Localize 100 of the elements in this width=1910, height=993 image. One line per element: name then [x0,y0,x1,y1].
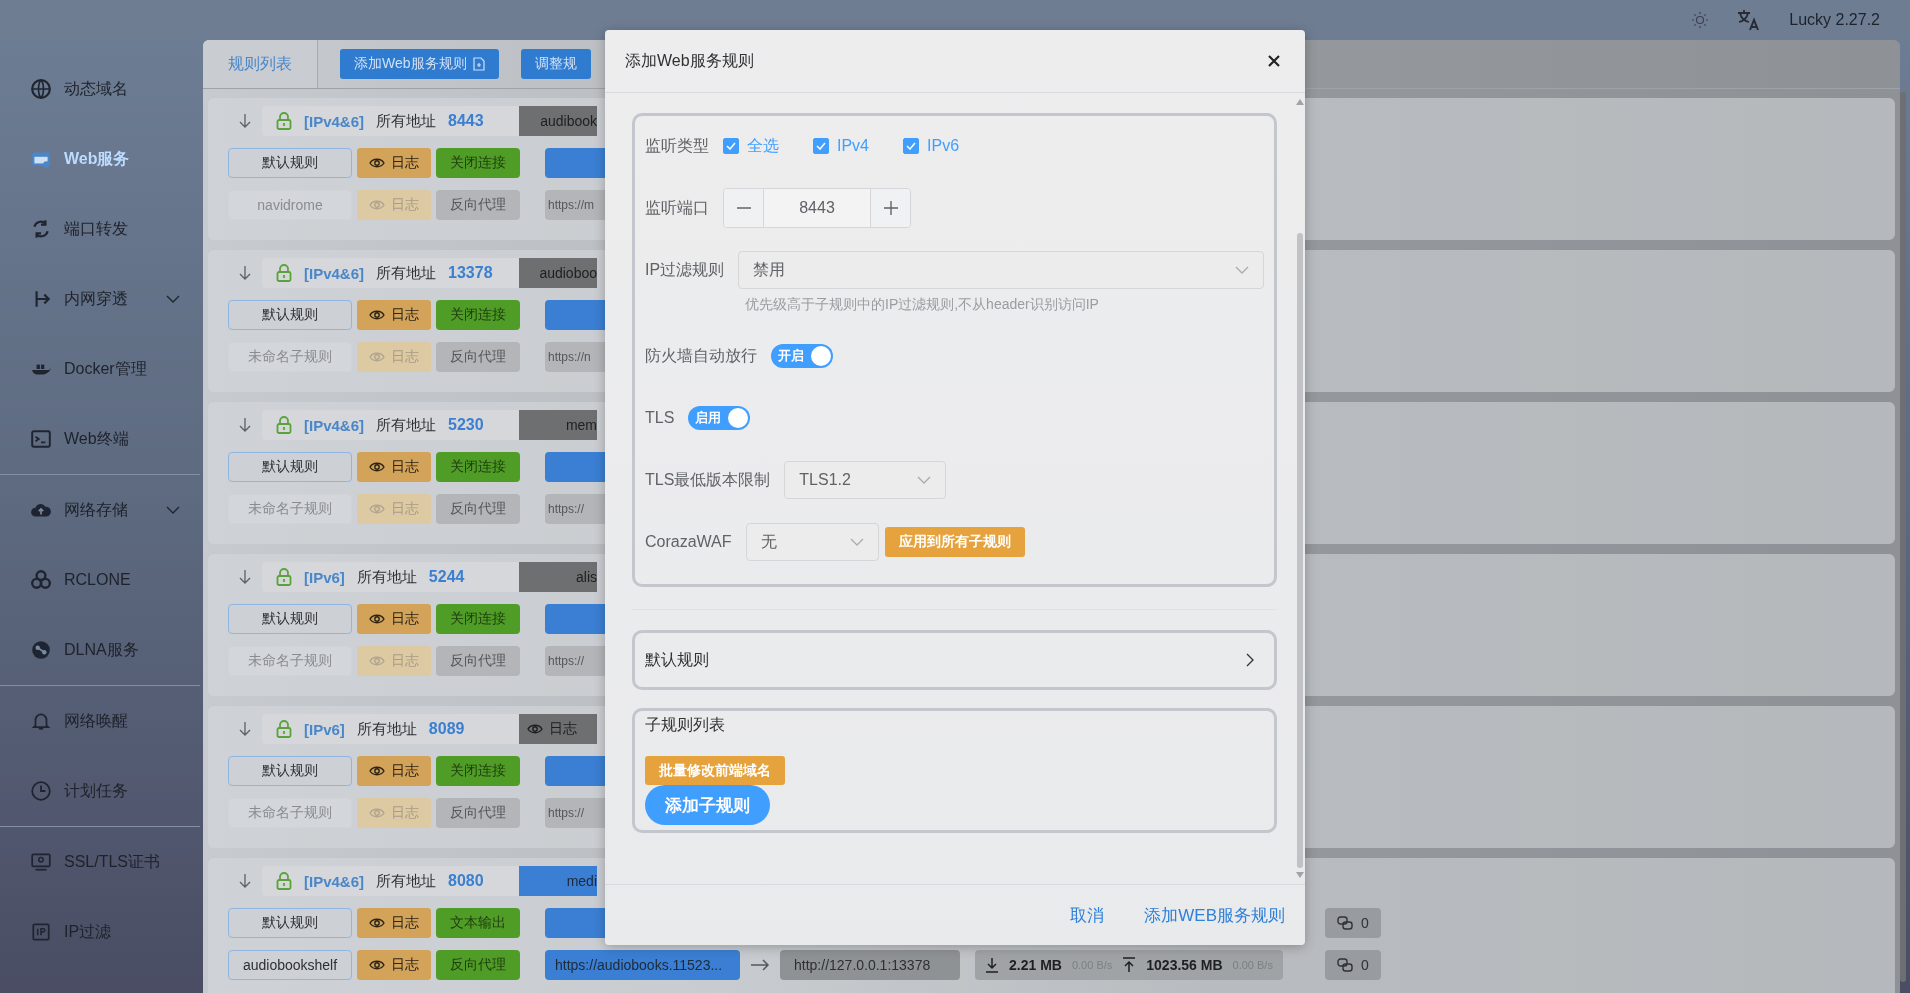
ip-type-label: [IPv6] [304,568,345,586]
ip-type-label: [IPv4&6] [304,112,365,130]
add-subrule-button[interactable]: 添加子规则 [645,785,770,825]
lock-icon [276,264,292,282]
batch-edit-button[interactable]: 批量修改前端域名 [645,756,785,785]
mode-button[interactable]: 关闭连接 [436,452,520,482]
log-button[interactable]: 日志 [357,452,431,482]
port-stepper[interactable]: 8443 [723,188,911,228]
log-button[interactable]: 日志 [357,604,431,634]
log-button[interactable]: 日志 [357,908,431,938]
checkbox[interactable] [813,138,829,154]
service-label: 日志 [519,714,597,744]
port-label: 8443 [448,112,484,130]
mode-button[interactable]: 反向代理 [436,950,520,980]
eye-icon [369,917,385,929]
field-label: 监听端口 [645,197,709,218]
toggle-switch[interactable]: 启用 [688,406,751,430]
target-url-button[interactable]: https://n [545,342,605,372]
toggle-switch[interactable]: 开启 [771,344,833,368]
address-label: 所有地址 [356,719,417,739]
mode-button[interactable]: 文本输出 [436,908,520,938]
select-field[interactable]: 无 [745,523,879,561]
eye-icon [369,309,385,321]
field-label: TLS [645,409,675,427]
log-button[interactable]: 日志 [357,148,431,178]
apply-all-button[interactable]: 应用到所有子规则 [884,527,1025,557]
target-url-button[interactable]: https:// [545,494,605,524]
log-button[interactable]: 日志 [357,756,431,786]
sidebar-item[interactable]: 内网穿透 [0,264,200,334]
down-arrow-icon[interactable] [239,873,251,889]
mode-button[interactable]: 关闭连接 [436,756,520,786]
sidebar-item[interactable]: Docker管理 [0,334,200,404]
sun-icon[interactable] [1691,11,1710,29]
hint-text: 优先级高于子规则中的IP过滤规则,不从header识别访问IP [744,296,1100,314]
chevron-down-icon [166,295,180,303]
rule-name-label: 默认规则 [228,148,352,178]
eye-icon [369,765,385,777]
scroll-up-icon[interactable] [1296,99,1304,105]
mode-button[interactable]: 反向代理 [436,190,520,220]
sidebar-item[interactable]: IP过滤 [0,897,200,967]
port-label: 5244 [428,568,465,586]
dialog-button[interactable]: 取消 [1070,903,1105,927]
scroll-down-icon[interactable] [1296,872,1304,878]
target-url-button[interactable]: https://audiobooks.11523... [545,950,740,980]
service-label: audibook [519,106,597,136]
scrollbar[interactable] [1900,92,1906,982]
mode-button[interactable]: 关闭连接 [436,148,520,178]
checkbox-label: IPv4 [837,137,869,155]
backend-address: http://127.0.0.1:13378 [780,950,960,980]
checkbox-label: IPv6 [927,137,960,155]
chevron-right-icon [1246,653,1254,667]
link-icon [1337,958,1353,972]
service-label: audioboo [519,258,597,288]
sidebar-item[interactable]: 端口转发 [0,194,200,264]
upload-icon [1122,957,1137,973]
down-arrow-icon[interactable] [239,569,251,585]
mode-button[interactable]: 反向代理 [436,342,520,372]
link-icon [1337,916,1353,930]
tab[interactable]: 规则列表 [203,40,318,88]
dialog-button[interactable]: 添加WEB服务规则 [1144,903,1285,927]
sidebar-item[interactable]: RCLONE [0,545,200,615]
down-arrow-icon[interactable] [239,721,251,737]
select-field[interactable]: 禁用 [738,251,1264,289]
download-icon [985,957,999,973]
sidebar-item[interactable]: SSL/TLS证书 [0,827,200,897]
sidebar-item[interactable]: Web终端 [0,404,200,474]
service-label: medi [519,866,597,896]
field-label: IP过滤规则 [645,259,725,280]
sidebar-item[interactable]: 网络唤醒 [0,686,200,756]
plus-button[interactable] [870,189,910,227]
eye-icon [369,351,385,363]
address-label: 所有地址 [356,567,417,587]
checkbox[interactable] [723,138,739,154]
sidebar-item[interactable]: 动态域名 [0,54,200,124]
target-url-button[interactable]: https://m [545,190,605,220]
mode-button[interactable]: 关闭连接 [436,300,520,330]
log-button[interactable]: 日志 [357,300,431,330]
sidebar-item[interactable]: 计划任务 [0,756,200,826]
sidebar-item[interactable]: Web服务 [0,124,200,194]
down-arrow-icon[interactable] [239,417,251,433]
log-button[interactable]: 日志 [357,950,431,980]
toolbar-button[interactable]: 调整规 [520,49,591,79]
rule-name-label: 未命名子规则 [228,798,352,828]
down-arrow-icon[interactable] [239,113,251,129]
mode-button[interactable]: 反向代理 [436,646,520,676]
down-arrow-icon[interactable] [239,265,251,281]
target-url-button[interactable]: https:// [545,798,605,828]
default-rule-row[interactable]: 默认规则 [632,630,1277,690]
translate-icon[interactable] [1737,9,1762,31]
rule-name-label: 未命名子规则 [228,342,352,372]
eye-icon [527,723,543,735]
select-field[interactable]: TLS1.2 [784,461,947,499]
sidebar-item[interactable]: 网络存储 [0,475,200,545]
mode-button[interactable]: 反向代理 [436,494,520,524]
sidebar-item[interactable]: DLNA服务 [0,615,200,685]
mode-button[interactable]: 关闭连接 [436,604,520,634]
toolbar-button[interactable]: 添加Web服务规则 [340,49,499,79]
mode-button[interactable]: 反向代理 [436,798,520,828]
target-url-button[interactable]: https:// [545,646,605,676]
checkbox[interactable] [903,138,919,154]
